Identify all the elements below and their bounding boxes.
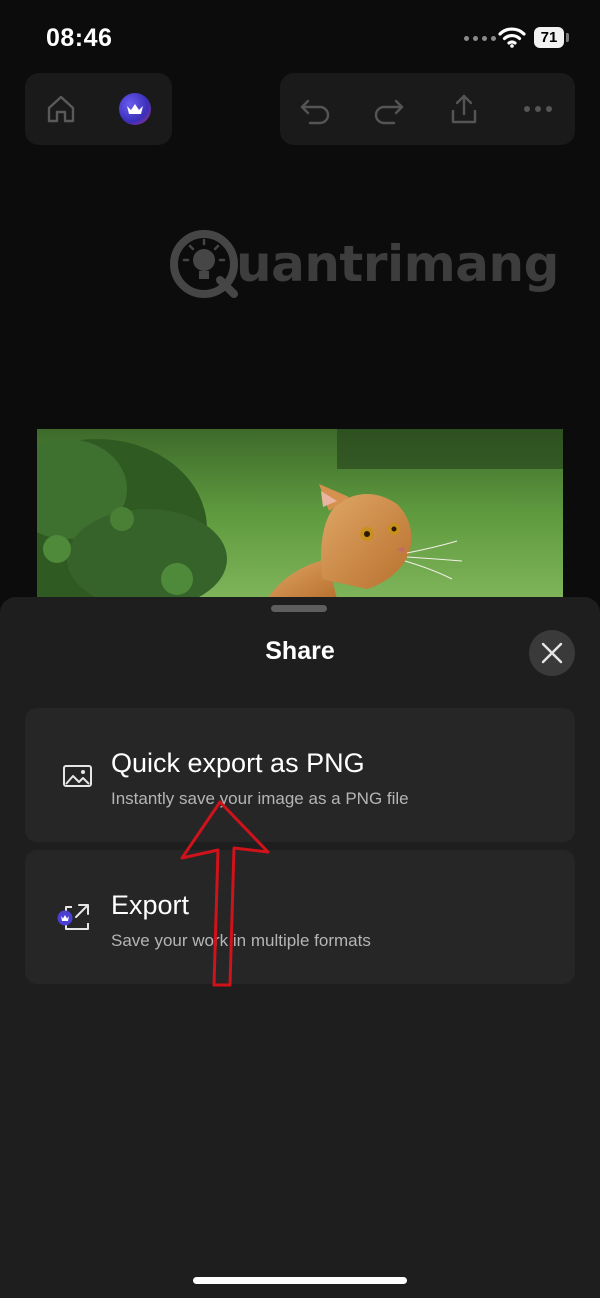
watermark: uantrimang xyxy=(168,224,559,304)
status-time: 08:46 xyxy=(46,24,113,52)
more-icon[interactable] xyxy=(520,91,556,127)
image-icon xyxy=(63,765,92,787)
canvas-image[interactable] xyxy=(37,429,563,599)
redo-icon[interactable] xyxy=(371,91,407,127)
quick-export-png-option[interactable]: Quick export as PNG Instantly save your … xyxy=(25,708,575,842)
close-icon xyxy=(541,642,563,664)
home-icon[interactable] xyxy=(43,91,79,127)
export-option[interactable]: Export Save your work in multiple format… xyxy=(25,850,575,984)
annotation-arrow-icon xyxy=(180,800,270,987)
battery-tip xyxy=(566,33,569,42)
undo-icon[interactable] xyxy=(297,91,333,127)
watermark-logo-icon xyxy=(170,230,238,298)
signal-dots-icon xyxy=(464,36,496,41)
watermark-text: uantrimang xyxy=(236,235,559,293)
home-indicator[interactable] xyxy=(193,1277,407,1284)
status-bar: 08:46 71 xyxy=(0,0,600,70)
share-icon[interactable] xyxy=(446,91,482,127)
option-title: Quick export as PNG xyxy=(111,748,365,778)
wifi-icon xyxy=(498,27,526,48)
export-icon xyxy=(57,904,89,930)
close-button[interactable] xyxy=(529,630,575,676)
toolbar-left xyxy=(25,73,172,145)
toolbar-right xyxy=(280,73,575,145)
cat-photo xyxy=(37,429,563,599)
premium-crown-icon[interactable] xyxy=(119,93,151,125)
share-sheet: Share Quick export as PNG Instantly save… xyxy=(0,597,600,1298)
sheet-grabber[interactable] xyxy=(271,605,327,612)
battery-icon: 71 xyxy=(534,27,564,48)
sheet-title: Share xyxy=(265,637,335,665)
